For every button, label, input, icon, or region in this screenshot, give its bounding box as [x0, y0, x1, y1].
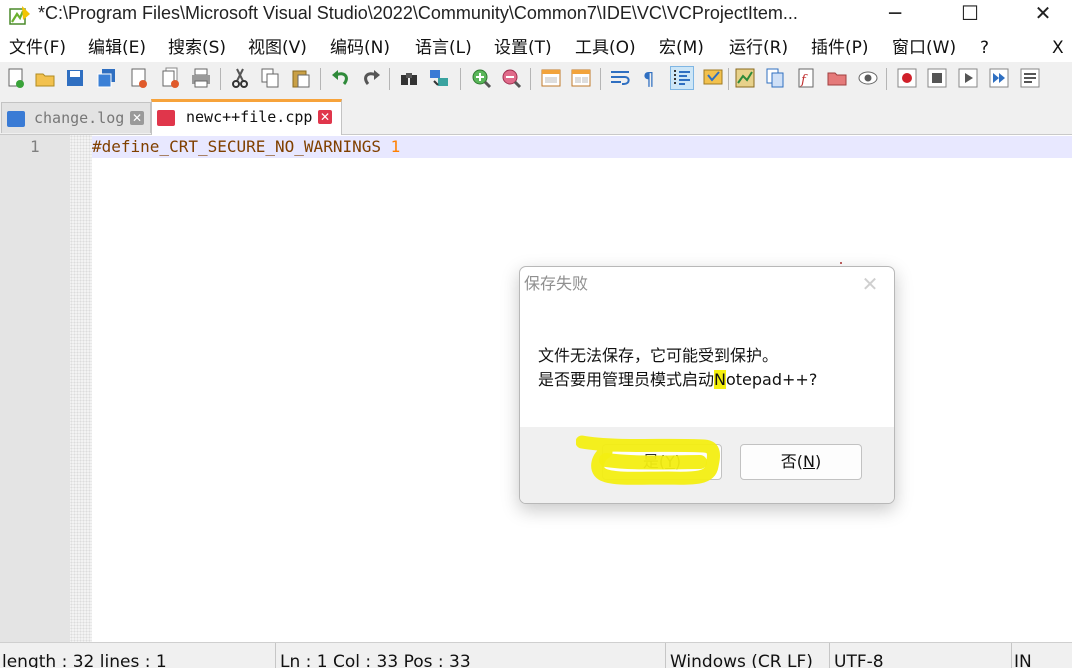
dialog-close-icon[interactable]: ✕: [856, 272, 884, 298]
toolbar-separator: [886, 68, 887, 90]
unsaved-file-icon: [157, 110, 175, 126]
toolbar-separator: [320, 68, 321, 90]
menu-plugins[interactable]: 插件(P): [811, 37, 869, 59]
monitoring-icon[interactable]: [857, 67, 879, 89]
sync-horizontal-icon[interactable]: [570, 67, 592, 89]
dialog-message: 文件无法保存，它可能受到保护。 是否要用管理员模式启动Notepad++?: [538, 344, 817, 392]
menu-bar: 文件(F) 编辑(E) 搜索(S) 视图(V) 编码(N) 语言(L) 设置(T…: [0, 34, 1072, 62]
open-file-icon[interactable]: [34, 67, 56, 89]
toolbar-separator: [389, 68, 390, 90]
menu-encoding[interactable]: 编码(N): [330, 37, 390, 59]
stop-record-icon[interactable]: [926, 67, 948, 89]
saved-file-icon: [7, 111, 25, 127]
toolbar-separator: [600, 68, 601, 90]
line-number: 1: [30, 137, 40, 156]
code-line[interactable]: #define_CRT_SECURE_NO_WARNINGS 1: [92, 138, 400, 156]
minimize-button[interactable]: ─: [870, 0, 920, 28]
zoom-in-icon[interactable]: [470, 67, 492, 89]
menu-file[interactable]: 文件(F): [9, 37, 66, 59]
tab-label: newc++file.cpp: [186, 108, 313, 126]
highlight-mark: N: [714, 370, 726, 389]
dialog-message-line1: 文件无法保存，它可能受到保护。: [538, 346, 779, 365]
record-macro-icon[interactable]: [896, 67, 918, 89]
window-title: *C:\Program Files\Microsoft Visual Studi…: [38, 3, 798, 23]
toolbar: ¶ f: [0, 62, 1072, 98]
menu-language[interactable]: 语言(L): [415, 37, 472, 59]
dialog-footer: 是(Y) 否(N): [520, 427, 894, 503]
code-number: 1: [390, 137, 401, 156]
menu-tools[interactable]: 工具(O): [575, 37, 636, 59]
menu-search[interactable]: 搜索(S): [168, 37, 226, 59]
close-window-button[interactable]: ✕: [1018, 0, 1068, 28]
dialog-message-line2: 是否要用管理员模式启动Notepad++?: [538, 370, 818, 389]
replace-icon[interactable]: [428, 67, 450, 89]
menu-view[interactable]: 视图(V): [248, 37, 307, 59]
print-icon[interactable]: [190, 67, 212, 89]
toolbar-separator: [220, 68, 221, 90]
menu-edit[interactable]: 编辑(E): [88, 37, 146, 59]
menu-macro[interactable]: 宏(M): [659, 37, 704, 59]
menu-window[interactable]: 窗口(W): [892, 37, 956, 59]
cut-icon[interactable]: [229, 67, 251, 89]
tab-bar: change.log ✕ newc++file.cpp ✕: [0, 98, 1072, 135]
status-bar: length : 32 lines : 1 Ln : 1 Col : 33 Po…: [0, 642, 1072, 668]
yes-button[interactable]: 是(Y): [602, 444, 722, 480]
svg-text:¶: ¶: [643, 69, 654, 89]
copy-icon[interactable]: [259, 67, 281, 89]
tab-close-icon[interactable]: ✕: [130, 111, 144, 125]
sync-vertical-icon[interactable]: [540, 67, 562, 89]
run-macro-multiple-icon[interactable]: [988, 67, 1010, 89]
save-all-icon[interactable]: [96, 67, 118, 89]
status-encoding[interactable]: UTF-8: [832, 643, 1012, 668]
folder-workspace-icon[interactable]: [826, 67, 848, 89]
word-wrap-icon[interactable]: [609, 67, 631, 89]
find-icon[interactable]: [398, 67, 420, 89]
play-macro-icon[interactable]: [957, 67, 979, 89]
menu-help[interactable]: ?: [980, 37, 989, 59]
status-position: Ln : 1 Col : 33 Pos : 33: [278, 643, 666, 668]
redo-icon[interactable]: [360, 67, 382, 89]
zoom-out-icon[interactable]: [500, 67, 522, 89]
fold-margin[interactable]: [70, 135, 92, 642]
save-icon[interactable]: [64, 67, 86, 89]
line-number-gutter: 1: [0, 135, 70, 642]
paste-icon[interactable]: [290, 67, 312, 89]
maximize-button[interactable]: ☐: [945, 0, 995, 28]
dialog-title: 保存失败: [524, 274, 589, 293]
function-list-icon[interactable]: f: [795, 67, 817, 89]
status-length: length : 32 lines : 1: [0, 643, 276, 668]
doc-list-icon[interactable]: [764, 67, 786, 89]
tab-close-icon[interactable]: ✕: [318, 110, 332, 124]
close-icon[interactable]: [128, 67, 150, 89]
save-failed-dialog: 保存失败 ✕ 文件无法保存，它可能受到保护。 是否要用管理员模式启动Notepa…: [519, 266, 895, 504]
title-bar: *C:\Program Files\Microsoft Visual Studi…: [0, 0, 1072, 32]
indent-guide-icon[interactable]: [670, 66, 694, 90]
close-all-icon[interactable]: [160, 67, 182, 89]
code-directive: #define_CRT_SECURE_NO_WARNINGS: [92, 137, 391, 156]
no-button[interactable]: 否(N): [740, 444, 862, 480]
tab-label: change.log: [34, 109, 125, 127]
status-insert-mode[interactable]: IN: [1012, 643, 1072, 668]
undo-icon[interactable]: [330, 67, 352, 89]
toolbar-separator: [530, 68, 531, 90]
save-macro-icon[interactable]: [1019, 67, 1041, 89]
close-document-button[interactable]: X: [1052, 37, 1064, 59]
doc-map-icon[interactable]: [734, 67, 756, 89]
toolbar-separator: [728, 68, 729, 90]
notepad-plus-plus-icon: [9, 6, 30, 25]
stray-mark: [840, 262, 842, 264]
menu-settings[interactable]: 设置(T): [494, 37, 552, 59]
new-file-icon[interactable]: [5, 67, 27, 89]
status-eol[interactable]: Windows (CR LF): [668, 643, 830, 668]
tab-change-log[interactable]: change.log ✕: [1, 102, 151, 133]
menu-run[interactable]: 运行(R): [729, 37, 788, 59]
toolbar-separator: [460, 68, 461, 90]
user-lang-icon[interactable]: [702, 67, 724, 89]
tab-newcppfile[interactable]: newc++file.cpp ✕: [151, 99, 342, 135]
show-all-chars-icon[interactable]: ¶: [638, 67, 660, 89]
